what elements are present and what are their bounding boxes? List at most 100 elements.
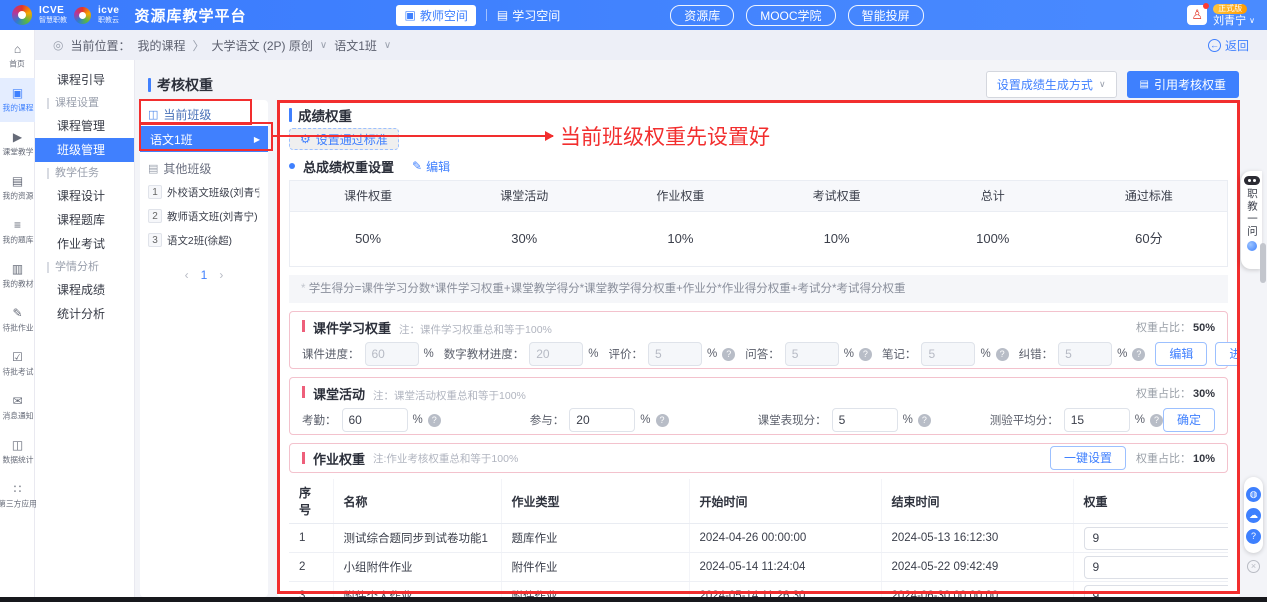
field-label: 纠错：	[1019, 346, 1054, 362]
help-icon[interactable]: ?	[1132, 348, 1145, 361]
mooc-college-button[interactable]: MOOC学院	[746, 5, 835, 26]
activity-title: 课堂活动	[313, 384, 365, 403]
rail-item-pending-homework[interactable]: ✎待批作业	[0, 298, 35, 342]
help-icon[interactable]: ?	[1150, 414, 1163, 427]
breadcrumb-root[interactable]: 我的课程	[138, 37, 186, 54]
submenu-course-manage[interactable]: 课程管理	[35, 114, 134, 138]
avatar[interactable]: ♙	[1187, 5, 1207, 25]
pass-standard-label: 设置通过标准	[316, 131, 388, 148]
one-click-setting-button[interactable]: 一键设置	[1050, 446, 1126, 470]
back-button[interactable]: ← 返回	[1208, 37, 1249, 54]
weight-input[interactable]	[1084, 527, 1229, 550]
participation-input[interactable]	[569, 408, 635, 432]
browser-float-icon[interactable]: ◍	[1246, 487, 1261, 502]
assistant-tab[interactable]: 职教一问	[1241, 171, 1262, 269]
rail-item-my-resources[interactable]: ▤我的资源	[0, 166, 35, 210]
evaluation-input[interactable]	[648, 342, 702, 366]
submenu-stat-analysis[interactable]: 统计分析	[35, 302, 134, 326]
set-pass-standard-button[interactable]: ⚙ 设置通过标准	[289, 128, 399, 150]
user-area[interactable]: ♙ 正式版 刘青宁 ∨	[1187, 4, 1255, 27]
user-name[interactable]: 刘青宁 ∨	[1213, 16, 1255, 27]
nav-separator	[486, 9, 487, 21]
activity-title-row: 课堂活动 注：课堂活动权重总和等于100%	[302, 384, 1215, 400]
class-list-item[interactable]: 3 语文2班(徐超)	[140, 228, 268, 252]
current-class-header-label: 当前班级	[163, 106, 211, 123]
nav-learning-space[interactable]: ▤ 学习空间	[497, 7, 560, 24]
nav-teacher-space[interactable]: ▣ 教师空间	[396, 5, 475, 26]
textbooks-icon: ▥	[12, 263, 23, 275]
qa-input[interactable]	[785, 342, 839, 366]
rail-item-textbooks[interactable]: ▥我的教材	[0, 254, 35, 298]
submenu-course-design[interactable]: 课程设计	[35, 184, 134, 208]
class-number-chip: 3	[148, 233, 162, 247]
set-grade-generation-button[interactable]: 设置成绩生成方式 ∨	[986, 71, 1117, 98]
submenu-course-grade[interactable]: 课程成绩	[35, 278, 134, 302]
help-icon[interactable]: ?	[656, 414, 669, 427]
homework-ratio: 权重占比：10%	[1136, 450, 1215, 466]
pagination-prev-icon[interactable]: ‹	[185, 268, 189, 282]
progress-setting-button[interactable]: 进度设置	[1215, 342, 1240, 366]
weight-input[interactable]	[1084, 585, 1229, 598]
class-list-item[interactable]: 2 教师语文班(刘青宁)	[140, 204, 268, 228]
resource-library-button[interactable]: 资源库	[670, 5, 734, 26]
help-float-icon[interactable]: ?	[1246, 529, 1261, 544]
cell-start-time: 2024-04-26 00:00:00	[689, 524, 881, 553]
rail-item-notifications[interactable]: ✉消息通知	[0, 386, 35, 430]
submenu-course-guide[interactable]: 课程引导	[35, 68, 134, 92]
pagination-next-icon[interactable]: ›	[219, 268, 223, 282]
breadcrumb-class[interactable]: 语文1班	[334, 37, 377, 54]
class-list-item[interactable]: 1 外校语文班级(刘青宁sy)	[140, 180, 268, 204]
classroom-teaching-icon: ▶	[13, 131, 22, 143]
activity-confirm-button[interactable]: 确定	[1163, 408, 1215, 432]
rail-item-home[interactable]: ⌂首页	[0, 34, 35, 78]
help-icon[interactable]: ?	[859, 348, 872, 361]
logo-group: ICVE 智慧职教 icve 职教云 资源库教学平台	[12, 5, 246, 26]
rail-item-classroom-teaching[interactable]: ▶课堂教学	[0, 122, 35, 166]
percent-suffix: %	[1135, 414, 1145, 426]
submenu-homework-exam[interactable]: 作业考试	[35, 232, 134, 256]
class-name: 外校语文班级(刘青宁sy)	[167, 184, 259, 199]
rail-item-my-courses[interactable]: ▣我的课程	[0, 78, 35, 122]
cell-no: 1	[289, 524, 333, 553]
back-arrow-icon: ←	[1208, 39, 1221, 52]
courseware-progress-input[interactable]	[365, 342, 419, 366]
course-caret-icon[interactable]: ∨	[320, 40, 327, 51]
edit-total-weight-button[interactable]: ✎ 编辑	[412, 158, 450, 175]
help-icon[interactable]: ?	[428, 414, 441, 427]
quote-assessment-weight-button[interactable]: ▤ 引用考核权重	[1127, 71, 1239, 98]
weight-input[interactable]	[1084, 556, 1229, 579]
user-name-text: 刘青宁	[1213, 16, 1246, 27]
section-bar-accent	[302, 320, 305, 332]
notes-input[interactable]	[921, 342, 975, 366]
smart-cast-button[interactable]: 智能投屏	[848, 5, 924, 26]
error-correction-input[interactable]	[1058, 342, 1112, 366]
submenu-class-manage[interactable]: 班级管理	[35, 138, 134, 162]
scrollbar-thumb[interactable]	[1260, 243, 1266, 283]
current-class-row[interactable]: 语文1班 ▶	[140, 126, 268, 152]
submenu-course-question-bank[interactable]: 课程题库	[35, 208, 134, 232]
cell-end-time: 2024-06-30 00:00:00	[881, 582, 1073, 598]
digital-textbook-progress-input[interactable]	[529, 342, 583, 366]
class-caret-icon[interactable]: ∨	[384, 40, 391, 51]
summary-value-pass: 60分	[1071, 212, 1227, 266]
rail-item-statistics[interactable]: ◫数据统计	[0, 430, 35, 474]
rail-item-third-party[interactable]: ∷第三方应用	[0, 474, 35, 518]
current-class-header: ◫ 当前班级	[140, 102, 268, 126]
close-float-icon[interactable]: ×	[1247, 560, 1260, 573]
courseware-edit-button[interactable]: 编辑	[1155, 342, 1207, 366]
back-label: 返回	[1225, 37, 1249, 54]
rail-item-pending-exams[interactable]: ☑待批考试	[0, 342, 35, 386]
rail-item-question-bank[interactable]: ≡我的题库	[0, 210, 35, 254]
breadcrumb-course[interactable]: 大学语文 (2P) 原创	[212, 37, 313, 54]
quiz-average-input[interactable]	[1064, 408, 1130, 432]
help-icon[interactable]: ?	[918, 414, 931, 427]
help-icon[interactable]: ?	[996, 348, 1009, 361]
attendance-input[interactable]	[342, 408, 408, 432]
download-float-icon[interactable]: ☁	[1246, 508, 1261, 523]
section-bar-accent	[302, 386, 305, 398]
homework-title: 作业权重	[313, 449, 365, 468]
icon-rail: ⌂首页 ▣我的课程 ▶课堂教学 ▤我的资源 ≡我的题库 ▥我的教材 ✎待批作业 …	[0, 30, 35, 602]
help-icon[interactable]: ?	[722, 348, 735, 361]
class-performance-input[interactable]	[832, 408, 898, 432]
pagination-page-1[interactable]: 1	[201, 268, 208, 282]
